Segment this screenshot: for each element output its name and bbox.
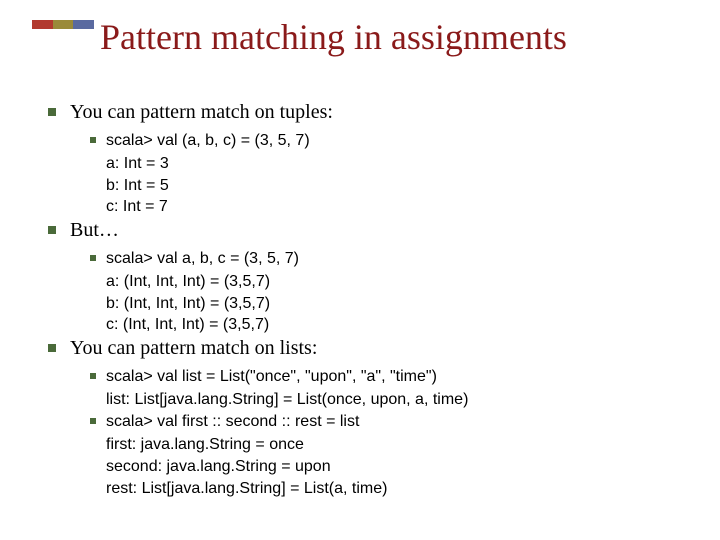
bullet-lists: You can pattern match on lists: xyxy=(40,336,680,362)
code-lists-a-lead: scala> val list = List("once", "upon", "… xyxy=(40,366,680,388)
bullet-tuples: You can pattern match on tuples: xyxy=(40,100,680,126)
accent-bar xyxy=(32,20,94,29)
code-but-l2: b: (Int, Int, Int) = (3,5,7) xyxy=(40,293,680,315)
bullet-but: But… xyxy=(40,218,680,244)
code-tuples-lead: scala> val (a, b, c) = (3, 5, 7) xyxy=(40,130,680,152)
accent-olive xyxy=(53,20,74,29)
code-but-l3: c: (Int, Int, Int) = (3,5,7) xyxy=(40,314,680,336)
code-lists-b-l3: rest: List[java.lang.String] = List(a, t… xyxy=(40,478,680,500)
slide-body: You can pattern match on tuples: scala> … xyxy=(40,100,680,499)
code-but-l1: a: (Int, Int, Int) = (3,5,7) xyxy=(40,271,680,293)
slide-title: Pattern matching in assignments xyxy=(100,18,567,58)
code-tuples-l1: a: Int = 3 xyxy=(40,153,680,175)
code-lists-b-l1: first: java.lang.String = once xyxy=(40,434,680,456)
code-lists-b-l2: second: java.lang.String = upon xyxy=(40,456,680,478)
code-but-lead: scala> val a, b, c = (3, 5, 7) xyxy=(40,248,680,270)
accent-blue xyxy=(73,20,94,29)
code-lists-b-lead: scala> val first :: second :: rest = lis… xyxy=(40,411,680,433)
code-lists-a-l1: list: List[java.lang.String] = List(once… xyxy=(40,389,680,411)
code-tuples-l3: c: Int = 7 xyxy=(40,196,680,218)
code-tuples-l2: b: Int = 5 xyxy=(40,175,680,197)
accent-red xyxy=(32,20,53,29)
